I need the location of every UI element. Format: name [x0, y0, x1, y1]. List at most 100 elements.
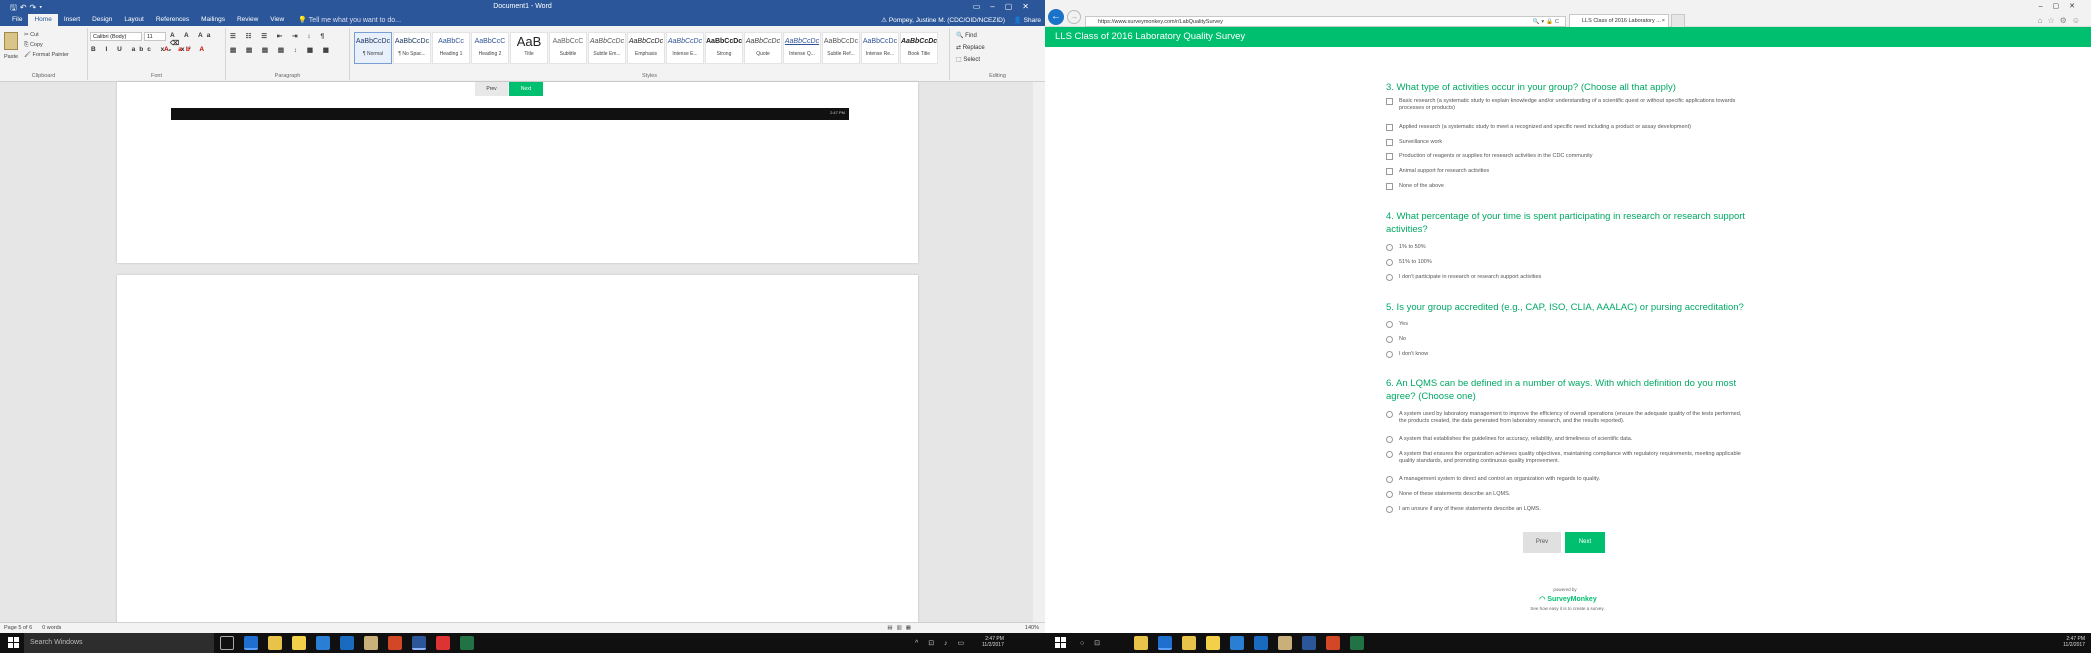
- style-subtitle[interactable]: AaBbCcC Subtitle: [549, 32, 587, 64]
- powerpoint-icon-2[interactable]: [1326, 636, 1340, 650]
- q3-option-surveillance[interactable]: Surveillance work: [1386, 139, 1746, 146]
- style-intense-reference[interactable]: AaBbCcDc Intense Re...: [861, 32, 899, 64]
- q4-option-2[interactable]: 51% to 100%: [1386, 259, 1746, 266]
- sticky-notes-icon[interactable]: [292, 636, 306, 650]
- find-button[interactable]: 🔍 Find: [956, 32, 977, 39]
- radio-button[interactable]: [1386, 506, 1393, 513]
- outlook-icon-2[interactable]: [1254, 636, 1268, 650]
- forward-button[interactable]: →: [1067, 10, 1081, 24]
- radio-button[interactable]: [1386, 451, 1393, 458]
- radio-button[interactable]: [1386, 351, 1393, 358]
- outlook-icon[interactable]: [340, 636, 354, 650]
- style-no-spacing[interactable]: AaBbCcDc ¶ No Spac...: [393, 32, 431, 64]
- q6-option-2[interactable]: A system that establishes the guidelines…: [1386, 436, 1746, 443]
- tab-references[interactable]: References: [150, 14, 195, 26]
- search-icon[interactable]: ○ ⊡: [1080, 639, 1104, 647]
- q6-option-1[interactable]: A system used by laboratory management t…: [1386, 411, 1746, 425]
- word-count[interactable]: 0 words: [42, 625, 61, 631]
- radio-button[interactable]: [1386, 321, 1393, 328]
- vertical-scrollbar[interactable]: [1033, 82, 1045, 622]
- checkbox[interactable]: [1386, 124, 1393, 131]
- q6-option-4[interactable]: A management system to direct and contro…: [1386, 476, 1746, 483]
- acrobat-icon[interactable]: [436, 636, 450, 650]
- q3-option-applied-research[interactable]: Applied research (a systematic study to …: [1386, 124, 1746, 131]
- style-subtle-emphasis[interactable]: AaBbCcDc Subtle Em...: [588, 32, 626, 64]
- radio-button[interactable]: [1386, 436, 1393, 443]
- checkbox[interactable]: [1386, 98, 1393, 105]
- start-button-2[interactable]: [1055, 637, 1067, 649]
- tab-file[interactable]: File: [6, 14, 28, 26]
- font-size-box[interactable]: 11: [144, 32, 166, 41]
- user-account[interactable]: ⚠ Pompey, Justine M. (CDC/OID/NCEZID): [881, 16, 1005, 24]
- powerpoint-icon[interactable]: [388, 636, 402, 650]
- browser-tools[interactable]: ⌂☆⚙☺: [2038, 16, 2085, 25]
- list-buttons[interactable]: ☰ ☷ ☰ ⇤ ⇥ ↕ ¶: [230, 32, 328, 40]
- address-icons[interactable]: 🔍▾🔒C: [1533, 17, 1561, 27]
- taskbar-search[interactable]: Search Windows: [24, 633, 214, 653]
- document-page-2[interactable]: [117, 275, 918, 625]
- checkbox[interactable]: [1386, 168, 1393, 175]
- ie-taskbar-icon-2[interactable]: [1158, 636, 1172, 650]
- tab-review[interactable]: Review: [231, 14, 264, 26]
- search-app-icon-2[interactable]: [1230, 636, 1244, 650]
- tab-view[interactable]: View: [264, 14, 290, 26]
- font-color-buttons[interactable]: A ab A: [164, 46, 208, 53]
- cut-button[interactable]: ✂ Cut: [24, 32, 39, 38]
- app-icon[interactable]: [364, 636, 378, 650]
- q5-option-no[interactable]: No: [1386, 336, 1746, 343]
- checkbox[interactable]: [1386, 139, 1393, 146]
- paste-label[interactable]: Paste: [4, 54, 18, 60]
- tab-design[interactable]: Design: [86, 14, 118, 26]
- app-icon-2[interactable]: [1278, 636, 1292, 650]
- file-explorer-icon-2[interactable]: [1134, 636, 1148, 650]
- taskbar-clock-right[interactable]: 2:47 PM 11/2/2017: [2063, 636, 2085, 648]
- tab-mailings[interactable]: Mailings: [195, 14, 231, 26]
- q5-option-dont-know[interactable]: I don't know: [1386, 351, 1746, 358]
- page-count[interactable]: Page 5 of 6: [4, 625, 32, 631]
- view-buttons[interactable]: ▤▥▦: [887, 625, 915, 631]
- q5-option-yes[interactable]: Yes: [1386, 321, 1746, 328]
- format-painter-button[interactable]: 🖌 Format Painter: [24, 52, 69, 58]
- browser-tab[interactable]: LLS Class of 2016 Laboratory ... ×: [1569, 14, 1669, 27]
- next-button[interactable]: Next: [1565, 532, 1605, 553]
- sticky-notes-icon-2[interactable]: [1206, 636, 1220, 650]
- style-intense-quote[interactable]: AaBbCcDc Intense Q...: [783, 32, 821, 64]
- q6-option-6[interactable]: I am unsure if any of these statements d…: [1386, 506, 1746, 513]
- checkbox[interactable]: [1386, 183, 1393, 190]
- folder-icon-2[interactable]: [1182, 636, 1196, 650]
- ie-taskbar-icon[interactable]: [244, 636, 258, 650]
- select-button[interactable]: ⬚ Select: [956, 56, 980, 63]
- style-emphasis[interactable]: AaBbCcDc Emphasis: [627, 32, 665, 64]
- radio-button[interactable]: [1386, 491, 1393, 498]
- excel-icon[interactable]: [460, 636, 474, 650]
- address-bar[interactable]: https://www.surveymonkey.com/r/LabQualit…: [1085, 16, 1566, 27]
- style-title[interactable]: AaB Title: [510, 32, 548, 64]
- file-explorer-icon[interactable]: [268, 636, 282, 650]
- style-intense-emphasis[interactable]: AaBbCcDc Intense E...: [666, 32, 704, 64]
- q4-option-1[interactable]: 1% to 50%: [1386, 244, 1746, 251]
- prev-button[interactable]: Prev: [1523, 532, 1561, 553]
- radio-button[interactable]: [1386, 476, 1393, 483]
- style-heading-1[interactable]: AaBbCc Heading 1: [432, 32, 470, 64]
- tell-me-box[interactable]: 💡 Tell me what you want to do...: [298, 16, 401, 24]
- window-controls[interactable]: ▭–▢✕: [973, 2, 1039, 11]
- style-quote[interactable]: AaBbCcDc Quote: [744, 32, 782, 64]
- tab-home[interactable]: Home: [28, 14, 58, 26]
- close-tab-icon[interactable]: ×: [1662, 15, 1665, 27]
- replace-button[interactable]: ⇄ Replace: [956, 44, 985, 51]
- taskbar-clock-left[interactable]: 2:47 PM 11/2/2017: [982, 636, 1004, 648]
- style-subtle-reference[interactable]: AaBbCcDc Subtle Ref...: [822, 32, 860, 64]
- q3-option-none[interactable]: None of the above: [1386, 183, 1746, 190]
- start-button[interactable]: [8, 637, 20, 649]
- tab-insert[interactable]: Insert: [58, 14, 86, 26]
- word-taskbar-icon-2[interactable]: [1302, 636, 1316, 650]
- tab-layout[interactable]: Layout: [118, 14, 150, 26]
- q6-option-3[interactable]: A system that ensures the organization a…: [1386, 451, 1746, 465]
- style-normal[interactable]: AaBbCcDc ¶ Normal: [354, 32, 392, 64]
- font-name-box[interactable]: Calibri (Body): [90, 32, 142, 41]
- task-view-icon[interactable]: [220, 636, 234, 650]
- back-button[interactable]: ←: [1048, 9, 1064, 25]
- radio-button[interactable]: [1386, 244, 1393, 251]
- create-survey-link[interactable]: See how easy it is to create a survey.: [1505, 606, 1630, 611]
- q3-option-basic-research[interactable]: Basic research (a systematic study to ex…: [1386, 98, 1746, 112]
